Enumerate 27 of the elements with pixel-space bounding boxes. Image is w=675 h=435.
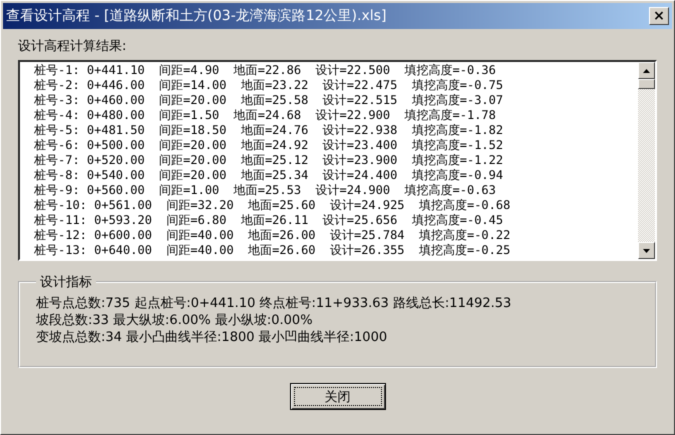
indicator-line: 桩号点总数:735 起点桩号:0+441.10 终点桩号:11+933.63 路线总长:11492.53 <box>36 295 512 312</box>
list-item: 桩号-13: 0+640.00 间距=40.00 地面=26.60 设计=26.355 填挖高度=-0.25 <box>34 243 512 258</box>
list-item: 桩号-2: 0+446.00 间距=14.00 地面=23.22 设计=22.475 填挖高度=-0.75 <box>34 78 504 93</box>
indicator-line: 坡段总数:33 最大纵坡:6.00% 最小纵坡:0.00% <box>36 312 314 329</box>
list-item: 桩号-5: 0+481.50 间距=18.50 地面=24.76 设计=22.938 填挖高度=-1.82 <box>34 123 504 138</box>
scroll-thumb[interactable] <box>638 79 655 89</box>
list-item: 桩号-8: 0+540.00 间距=20.00 地面=25.34 设计=24.400 填挖高度=-0.94 <box>34 168 504 183</box>
scrollbar[interactable] <box>638 62 655 259</box>
list-item: 桩号-10: 0+561.00 间距=32.20 地面=25.60 设计=24.925 填挖高度=-0.68 <box>34 198 512 213</box>
list-item: 桩号-6: 0+500.00 间距=20.00 地面=24.92 设计=23.400 填挖高度=-1.52 <box>34 138 504 153</box>
list-item: 桩号-1: 0+441.10 间距=4.90 地面=22.86 设计=22.500 填挖高度=-0.36 <box>34 63 497 78</box>
up-arrow-icon <box>643 68 650 72</box>
close-dialog-button[interactable]: 关闭 <box>290 383 386 410</box>
list-item: 桩号-7: 0+520.00 间距=20.00 地面=25.12 设计=23.900 填挖高度=-1.22 <box>34 153 504 168</box>
group-title: 设计指标 <box>39 274 93 291</box>
scroll-up-button[interactable] <box>638 62 655 79</box>
indicator-line: 变坡点总数:34 最小凸曲线半径:1800 最小凹曲线半径:1000 <box>36 329 388 346</box>
list-item: 桩号-4: 0+480.00 间距=1.50 地面=24.68 设计=22.900 填挖高度=-1.78 <box>34 108 497 123</box>
window-title: 查看设计高程 - [道路纵断和土方(03-龙湾海滨路12公里).xls] <box>6 7 386 25</box>
list-item: 桩号-12: 0+600.00 间距=40.00 地面=26.00 设计=25.784 填挖高度=-0.22 <box>34 228 512 243</box>
list-item: 桩号-9: 0+560.00 间距=1.00 地面=25.53 设计=24.900 填挖高度=-0.63 <box>34 183 497 198</box>
list-item: 桩号-11: 0+593.20 间距=6.80 地面=26.11 设计=25.656 填挖高度=-0.45 <box>34 213 504 228</box>
scroll-down-button[interactable] <box>638 242 655 259</box>
down-arrow-icon <box>643 248 650 252</box>
results-label: 设计高程计算结果: <box>18 38 126 55</box>
list-item: 桩号-3: 0+460.00 间距=20.00 地面=25.58 设计=22.515 填挖高度=-3.07 <box>34 93 504 108</box>
close-button[interactable]: × <box>649 7 669 25</box>
